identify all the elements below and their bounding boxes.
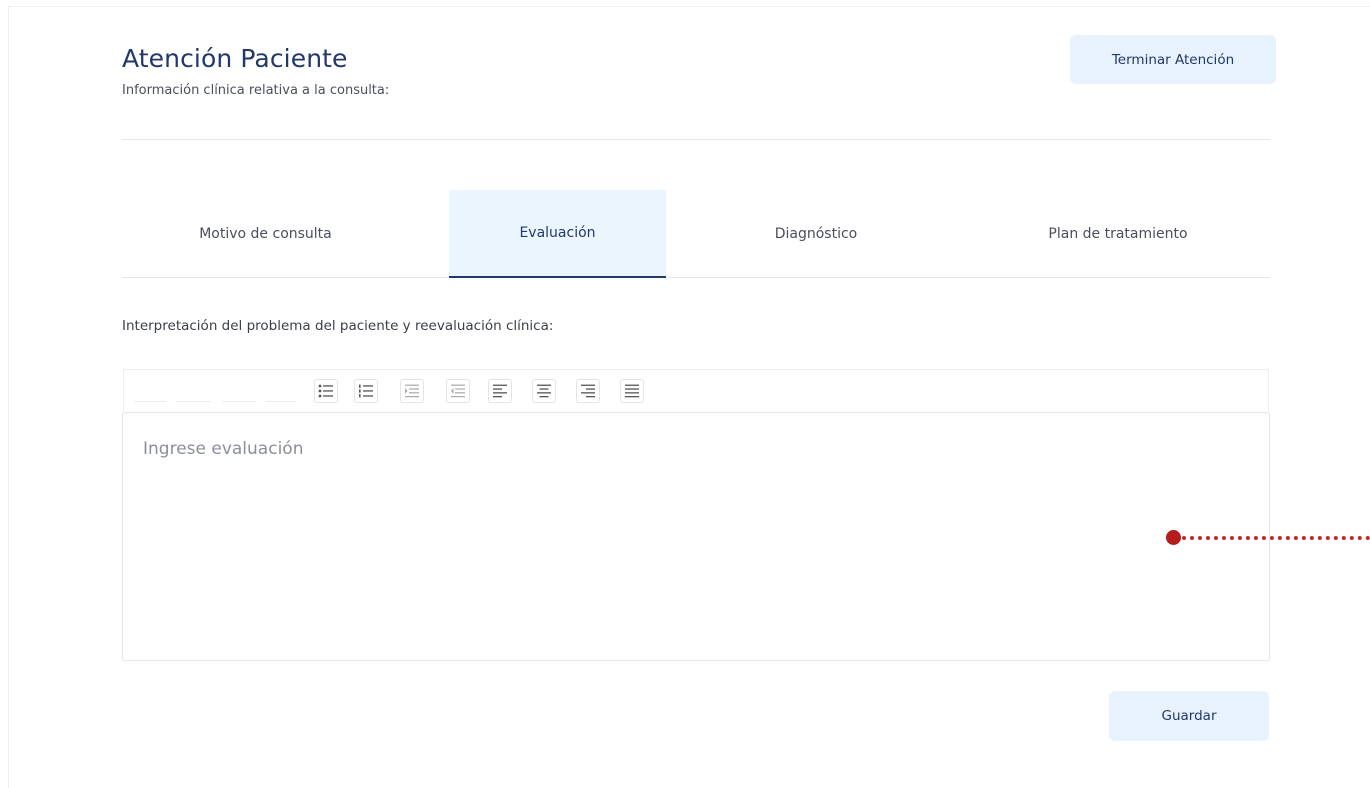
bullet-list-icon[interactable] [314,379,338,403]
indent-icon[interactable] [400,379,424,403]
align-left-icon[interactable] [488,379,512,403]
align-center-icon[interactable] [532,379,556,403]
save-button[interactable]: Guardar [1109,691,1269,741]
tab-bar: Motivo de consulta Evaluación Diagnóstic… [122,190,1270,278]
pointer-marker-line [1182,536,1370,540]
toolbar-blank-1[interactable] [134,380,166,402]
evaluation-label: Interpretación del problema del paciente… [122,318,554,334]
outdent-icon[interactable] [446,379,470,403]
page: Atención Paciente Información clínica re… [0,0,1370,788]
tab-plan-tratamiento[interactable]: Plan de tratamiento [966,190,1270,278]
toolbar-blank-2[interactable] [176,380,212,402]
pointer-marker-dot [1166,530,1181,545]
tab-diagnostico[interactable]: Diagnóstico [666,190,966,278]
align-right-icon[interactable] [576,379,600,403]
header-divider [122,139,1270,140]
align-justify-icon[interactable] [620,379,644,403]
numbered-list-icon[interactable] [354,379,378,403]
toolbar-blank-4[interactable] [266,380,296,402]
end-attention-button[interactable]: Terminar Atención [1070,35,1276,84]
page-title: Atención Paciente [122,44,348,73]
tab-motivo-consulta[interactable]: Motivo de consulta [122,190,409,278]
editor-toolbar [123,369,1269,412]
page-subtitle: Información clínica relativa a la consul… [122,83,390,98]
evaluation-editor [122,412,1270,661]
evaluation-input[interactable] [123,413,1269,660]
toolbar-blank-3[interactable] [222,380,256,402]
tab-evaluacion[interactable]: Evaluación [449,190,666,278]
